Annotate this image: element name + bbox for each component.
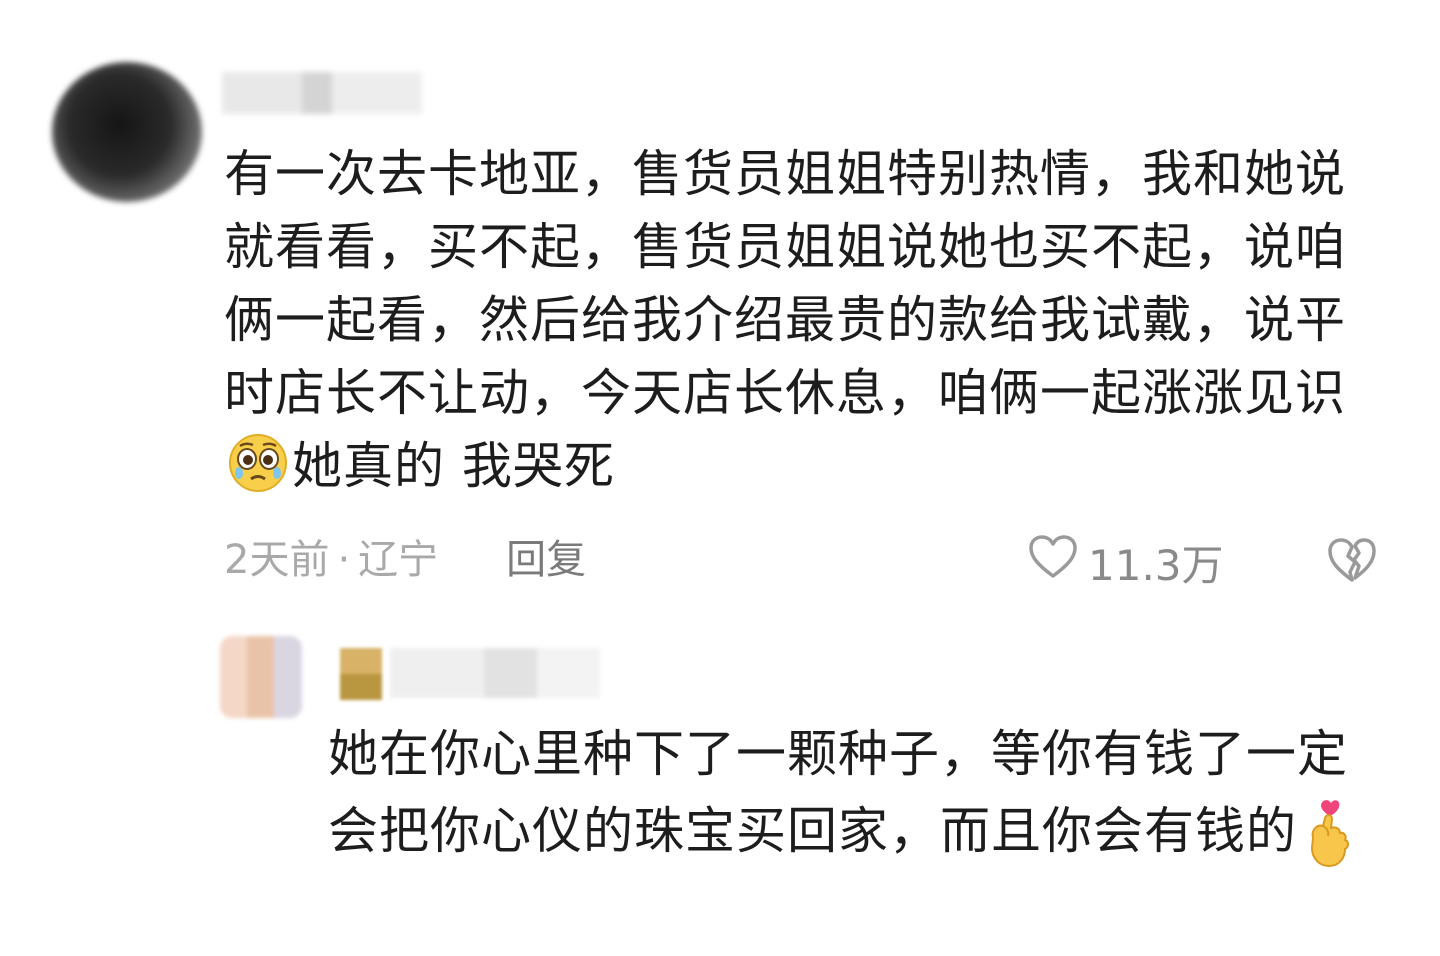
reply-button[interactable]: 回复 [506, 530, 586, 590]
replier-avatar[interactable] [220, 636, 302, 718]
replier-name-blurred[interactable] [390, 648, 600, 698]
heart-icon[interactable] [1028, 534, 1088, 590]
pleading-face-icon [226, 433, 290, 493]
comment-location: 辽宁 [358, 537, 439, 583]
comment-time: 2天前 [224, 537, 330, 583]
reply-body: 她在你心里种下了一颗种子，等你有钱了一定会把你心仪的珠宝买回家，而且你会有钱的 [328, 716, 1368, 870]
comment-text-part2: 她真的 我哭死 [292, 437, 615, 495]
like-button[interactable]: 11.3万 [1028, 532, 1224, 592]
comment-meta: 2天前 · 辽宁 回复 [224, 530, 586, 590]
comment-body: 有一次去卡地亚，售货员姐姐特别热情，我和她说就看看，买不起，售货员姐姐说她也买不… [224, 138, 1364, 503]
commenter-name-blurred[interactable] [222, 72, 422, 114]
finger-heart-icon [1303, 798, 1355, 870]
broken-heart-icon[interactable] [1326, 536, 1378, 588]
meta-separator: · [337, 537, 351, 583]
comment-text-part1: 有一次去卡地亚，售货员姐姐特别热情，我和她说就看看，买不起，售货员姐姐说她也买不… [224, 145, 1346, 422]
reply-text: 她在你心里种下了一颗种子，等你有钱了一定会把你心仪的珠宝买回家，而且你会有钱的 [328, 725, 1348, 860]
commenter-avatar[interactable] [52, 62, 202, 202]
like-count: 11.3万 [1088, 540, 1224, 590]
replier-badge [340, 648, 382, 700]
